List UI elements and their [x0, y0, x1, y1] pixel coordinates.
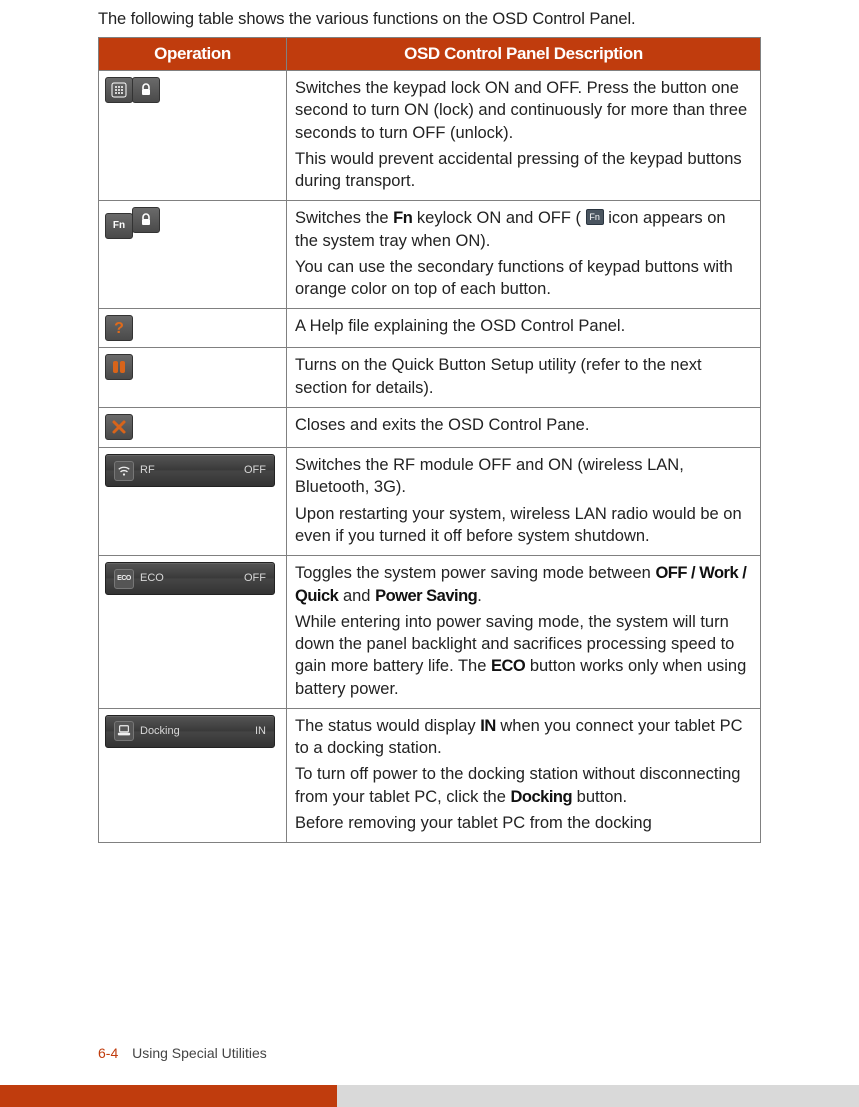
help-icon: ? [105, 315, 133, 341]
docking-status-bar: Docking IN [105, 715, 275, 748]
desc-para: Toggles the system power saving mode bet… [295, 562, 752, 607]
rf-status-bar: RF OFF [105, 454, 275, 487]
text: Switches the [295, 209, 393, 227]
desc-para: Closes and exits the OSD Control Pane. [295, 414, 752, 436]
text: and [338, 587, 375, 605]
fn-label: Fn [393, 209, 412, 227]
desc-para: Switches the keypad lock ON and OFF. Pre… [295, 77, 752, 144]
intro-text: The following table shows the various fu… [98, 10, 761, 29]
rf-label: RF [140, 463, 155, 478]
desc-para: You can use the secondary functions of k… [295, 256, 752, 301]
table-row: RF OFF Switches the RF module OFF and ON… [99, 448, 761, 556]
docking-label: Docking [140, 724, 180, 739]
eco-label: ECO [140, 571, 164, 586]
desc-para: Before removing your tablet PC from the … [295, 812, 752, 834]
eco-status-bar: ECO ECO OFF [105, 562, 275, 595]
table-row: Closes and exits the OSD Control Pane. [99, 407, 761, 447]
table-row: Fn Switches the Fn keylock ON and OFF ( … [99, 201, 761, 309]
desc-para: To turn off power to the docking station… [295, 763, 752, 808]
table-row: ? A Help file explaining the OSD Control… [99, 309, 761, 348]
page-number: 6-4 [98, 1045, 118, 1061]
desc-para: This would prevent accidental pressing o… [295, 148, 752, 193]
eco-state: OFF [244, 571, 266, 586]
text: The status would display [295, 717, 480, 735]
wifi-icon [114, 461, 134, 481]
close-icon [105, 414, 133, 440]
docking-state: IN [255, 724, 266, 739]
desc-para: While entering into power saving mode, t… [295, 611, 752, 700]
header-operation: Operation [99, 38, 287, 71]
eco-word: ECO [491, 657, 525, 675]
dock-icon [114, 721, 134, 741]
lock-icon [132, 77, 160, 103]
power-saving-label: Power Saving [375, 587, 477, 605]
footer-color-bar [0, 1085, 859, 1107]
table-row: Docking IN The status would display IN w… [99, 708, 761, 842]
rf-state: OFF [244, 463, 266, 478]
table-row: Switches the keypad lock ON and OFF. Pre… [99, 71, 761, 201]
page-footer: 6-4 Using Special Utilities [98, 1045, 267, 1061]
text: keylock ON and OFF ( [412, 209, 585, 227]
quick-button-setup-icon [105, 354, 133, 380]
lock-icon [132, 207, 160, 233]
text: . [477, 587, 482, 605]
table-row: Turns on the Quick Button Setup utility … [99, 348, 761, 408]
osd-functions-table: Operation OSD Control Panel Description [98, 37, 761, 843]
eco-icon: ECO [114, 569, 134, 589]
desc-para: Upon restarting your system, wireless LA… [295, 503, 752, 548]
desc-para: Switches the Fn keylock ON and OFF ( Fn … [295, 207, 752, 252]
fn-tray-icon: Fn [586, 209, 604, 225]
docking-word: Docking [511, 788, 573, 806]
desc-para: Switches the RF module OFF and ON (wirel… [295, 454, 752, 499]
desc-para: The status would display IN when you con… [295, 715, 752, 760]
text: Toggles the system power saving mode bet… [295, 564, 655, 582]
text: button. [572, 788, 627, 806]
in-label: IN [480, 717, 496, 735]
section-title: Using Special Utilities [132, 1045, 267, 1061]
keypad-icon [105, 77, 133, 103]
fn-icon: Fn [105, 213, 133, 239]
header-description: OSD Control Panel Description [287, 38, 761, 71]
desc-para: Turns on the Quick Button Setup utility … [295, 354, 752, 399]
desc-para: A Help file explaining the OSD Control P… [295, 315, 752, 337]
table-row: ECO ECO OFF Toggles the system power sav… [99, 556, 761, 709]
